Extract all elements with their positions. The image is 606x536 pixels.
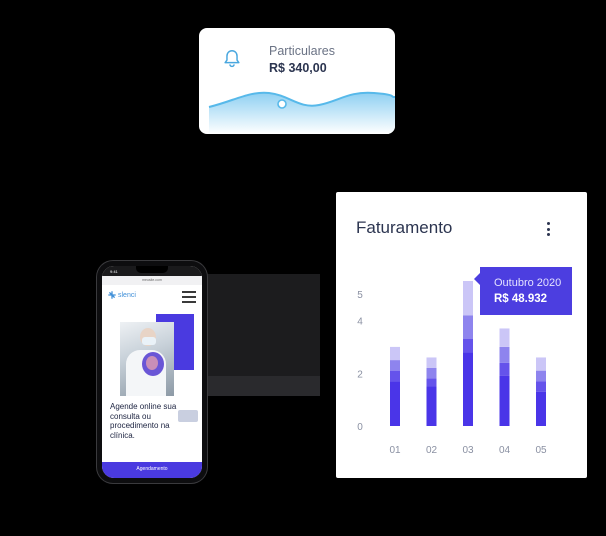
- x-tick-label: 04: [499, 445, 511, 456]
- x-tick-label: 03: [462, 445, 474, 456]
- y-tick-label: 4: [357, 317, 363, 328]
- bar-segment: [536, 370, 546, 382]
- background-band-shadow: [198, 376, 320, 396]
- bar-segment: [426, 386, 437, 426]
- phone-notch: [136, 266, 168, 273]
- chat-bubble-icon[interactable]: [178, 410, 198, 422]
- y-tick-label: 0: [357, 422, 363, 433]
- bar-segment: [536, 381, 546, 392]
- x-tick-label: 02: [426, 445, 438, 456]
- phone-status-bar: 9:41: [102, 266, 202, 276]
- tooltip-label: Outubro 2020: [494, 277, 562, 289]
- bar-segment: [390, 346, 400, 361]
- particulares-label: Particulares: [269, 44, 335, 58]
- particulares-amount: R$ 340,00: [269, 61, 327, 75]
- status-time: 9:41: [110, 269, 118, 274]
- browser-url-bar[interactable]: meusite.com: [102, 276, 202, 285]
- site-logo[interactable]: slenci: [108, 290, 136, 300]
- hero-headline: Agende online sua consulta ou procedimen…: [110, 402, 177, 440]
- particulares-card[interactable]: Particulares R$ 340,00: [199, 28, 395, 134]
- chart-tooltip: Outubro 2020 R$ 48.932: [474, 267, 572, 315]
- hero-circle-accent: [146, 356, 158, 370]
- phone-mockup: 9:41 meusite.com slenci Agende online su…: [97, 261, 207, 483]
- sparkline-marker: [277, 99, 287, 109]
- hamburger-menu-icon[interactable]: [182, 291, 196, 303]
- bar-segment: [463, 315, 473, 339]
- x-tick-label: 05: [535, 445, 547, 456]
- y-tick-label: 5: [357, 290, 363, 301]
- bar-segment: [426, 368, 437, 379]
- bar-segment: [499, 328, 510, 347]
- bar-segment: [426, 378, 437, 387]
- bar-segment: [463, 352, 473, 426]
- faturamento-card: Faturamento 0 2 4 5 01 02 03 04 05 Outubro 2020 …: [336, 192, 587, 478]
- y-tick-label: 2: [357, 369, 363, 380]
- logo-mark-icon: [108, 291, 116, 299]
- bar-segment: [499, 375, 510, 426]
- bar-segment: [463, 281, 473, 316]
- background-band: [190, 274, 320, 376]
- bar-segment: [536, 391, 546, 426]
- bell-icon: [224, 50, 240, 68]
- bar-segment: [426, 357, 437, 368]
- x-tick-label: 01: [389, 445, 401, 456]
- trend-sparkline: [208, 91, 395, 134]
- tooltip-value: R$ 48.932: [494, 293, 548, 305]
- bar-segment: [390, 360, 400, 371]
- faturamento-bar-chart: 024501 02 03 04 05: [357, 281, 547, 456]
- bar-segment: [390, 370, 400, 382]
- logo-text: slenci: [118, 291, 136, 299]
- phone-screen: 9:41 meusite.com slenci Agende online su…: [102, 266, 202, 478]
- bar-segment: [499, 362, 510, 376]
- bar-segment: [499, 346, 510, 363]
- bar-segment: [390, 381, 400, 426]
- bar-segment: [463, 339, 473, 353]
- agendamento-button[interactable]: Agendamento: [102, 462, 202, 478]
- bar-segment: [536, 357, 546, 371]
